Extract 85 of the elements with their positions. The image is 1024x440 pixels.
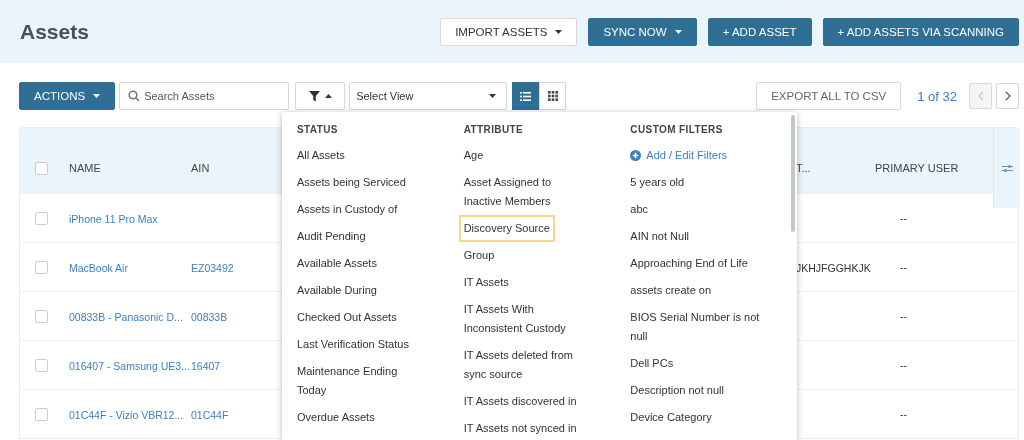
filter-option[interactable]: abc — [628, 196, 651, 223]
filter-option[interactable]: Available During — [295, 277, 379, 304]
filter-option[interactable]: Asset Assigned to Inactive Members — [461, 169, 592, 215]
asset-name-link[interactable]: 016407 - Samsung UE3... — [69, 360, 190, 372]
next-page-button[interactable] — [996, 83, 1019, 109]
add-filter-link[interactable]: Add / Edit Filters — [628, 142, 730, 169]
column-header: PRIMARY USER — [874, 162, 959, 174]
caret-down-icon — [93, 94, 101, 98]
filter-option[interactable]: Dell PCs — [628, 350, 676, 377]
column-header: AIN — [191, 162, 210, 174]
header-button[interactable]: SYNC NOW — [588, 17, 697, 46]
row-checkbox[interactable] — [35, 260, 48, 274]
scrollbar[interactable] — [791, 115, 795, 232]
filter-option[interactable]: 5 years old — [628, 169, 687, 196]
column-header: NAME — [69, 162, 101, 174]
grid-view-button[interactable] — [539, 82, 567, 110]
caret-down-icon — [489, 94, 497, 98]
caret-down-icon — [555, 29, 563, 34]
filter-option[interactable]: IT Assets — [461, 269, 511, 296]
list-icon — [520, 91, 532, 101]
table-cell: JKHJFGGHKJK — [796, 262, 871, 274]
filter-option[interactable]: Audit Pending — [295, 223, 368, 250]
select-all-checkbox[interactable] — [35, 161, 48, 175]
header-button[interactable]: + ADD ASSETS VIA SCANNING — [822, 17, 1019, 46]
filter-option[interactable]: IT Assets discovered in — [461, 388, 579, 415]
filter-option[interactable]: Age — [461, 142, 486, 169]
section-heading: STATUS — [297, 123, 338, 137]
filter-option[interactable]: BIOS Serial Number is not null — [628, 304, 769, 350]
filter-option[interactable]: Maintenance Ending Today — [295, 358, 425, 404]
table-cell: -- — [900, 310, 907, 322]
caret-up-icon — [324, 94, 332, 98]
filter-option[interactable]: Approaching End of Life — [628, 250, 750, 277]
filter-option[interactable]: Last Verification Status — [295, 331, 411, 358]
grid-icon — [547, 91, 558, 101]
filter-option[interactable]: assets create on — [628, 277, 714, 304]
header-button[interactable]: + ADD ASSET — [707, 17, 812, 46]
filter-option[interactable]: AIN not Null — [628, 223, 692, 250]
table-cell: -- — [900, 408, 907, 420]
asset-name-link[interactable]: 01C44F - Vizio VBR12... — [69, 409, 184, 421]
header-button[interactable]: IMPORT ASSETS — [440, 17, 578, 46]
chevron-right-icon — [1004, 91, 1011, 101]
row-checkbox[interactable] — [35, 358, 48, 372]
filter-option[interactable]: IT Assets With Inconsistent Custody — [461, 296, 592, 342]
plus-circle-icon — [630, 150, 642, 161]
filter-option[interactable]: Assets in Custody of — [295, 196, 400, 223]
view-select[interactable]: Select View — [349, 82, 508, 110]
row-checkbox[interactable] — [35, 309, 48, 323]
asset-name-link[interactable]: iPhone 11 Pro Max — [69, 213, 158, 225]
filter-icon — [308, 90, 320, 102]
search-field[interactable]: Search Assets — [119, 82, 290, 110]
asset-name-link[interactable]: MacBook Air — [69, 262, 128, 274]
asset-name-link[interactable]: 00833B - Panasonic D... — [69, 311, 183, 323]
column-settings-button[interactable] — [993, 128, 1020, 208]
filter-option[interactable]: Checked Out Assets — [295, 304, 399, 331]
section-heading: CUSTOM FILTERS — [630, 123, 723, 137]
filter-option[interactable]: IT Assets not synced in — [461, 415, 579, 440]
search-icon — [128, 90, 141, 102]
filter-option[interactable]: Overdue Assets — [295, 404, 377, 431]
page-title: Assets — [20, 19, 90, 44]
ain-link[interactable]: 01C44F — [191, 409, 229, 421]
filter-option[interactable]: Group — [461, 242, 497, 269]
filter-option[interactable]: Assets being Serviced — [295, 169, 408, 196]
ain-link[interactable]: 00833B — [191, 311, 228, 323]
actions-button[interactable]: ACTIONS — [19, 82, 116, 110]
export-button[interactable]: EXPORT ALL TO CSV — [756, 82, 902, 110]
filter-option[interactable]: Description not null — [628, 377, 726, 404]
ain-link[interactable]: 16407 — [191, 360, 221, 372]
table-cell: -- — [900, 212, 907, 224]
caret-down-icon — [674, 29, 682, 34]
table-cell: -- — [900, 261, 907, 273]
filter-option[interactable]: Available Assets — [295, 250, 379, 277]
table-cell: -- — [900, 359, 907, 371]
section-heading: ATTRIBUTE — [463, 123, 524, 137]
list-view-button[interactable] — [512, 82, 540, 110]
filter-button[interactable] — [295, 82, 346, 110]
filter-option[interactable]: All Assets — [295, 142, 347, 169]
filter-option[interactable]: IT Assets deleted from sync source — [461, 342, 592, 388]
ain-link[interactable]: EZ03492 — [191, 262, 234, 274]
sliders-icon — [1001, 163, 1013, 173]
filter-option[interactable]: Device Category — [628, 404, 714, 431]
page-indicator: 1 of 32 — [917, 88, 957, 104]
row-checkbox[interactable] — [35, 211, 48, 225]
filter-option[interactable]: Discovery Source — [458, 215, 555, 242]
chevron-left-icon — [977, 91, 984, 101]
row-checkbox[interactable] — [35, 407, 48, 421]
